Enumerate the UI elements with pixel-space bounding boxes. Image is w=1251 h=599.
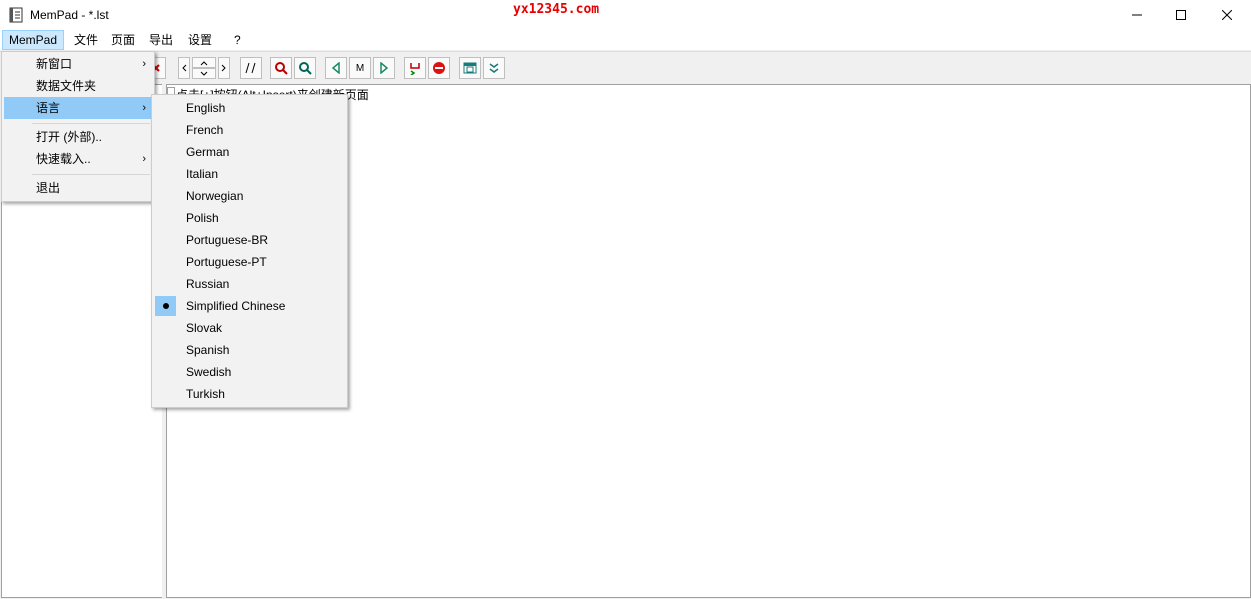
bullet-icon [162,303,169,309]
language-italian[interactable]: Italian [154,163,346,185]
menu-quick-load[interactable]: 快速载入.. › [4,148,154,170]
bookmark-m-label: M [355,62,365,74]
close-icon [1222,10,1232,20]
language-polish[interactable]: Polish [154,207,346,229]
double-chevron-down-icon [489,63,499,73]
language-german[interactable]: German [154,141,346,163]
minimize-icon [1132,14,1142,16]
menu-separator [32,174,150,175]
triangle-left-icon [331,62,340,74]
mempad-menu: 新窗口 › 数据文件夹 语言 › 打开 (外部).. 快速载入.. › 退出 [1,51,155,202]
minimize-button[interactable] [1114,0,1160,30]
menu-mempad[interactable]: MemPad [2,30,65,50]
stop-icon [433,62,445,74]
language-portuguese-pt[interactable]: Portuguese-PT [154,251,346,273]
chevron-right-icon: › [142,102,146,114]
move-up-button[interactable] [192,57,216,68]
menu-new-window[interactable]: 新窗口 › [4,53,154,75]
menu-help[interactable]: ? [228,30,247,50]
menu-separator [32,123,150,124]
menu-settings[interactable]: 设置 [182,30,218,50]
chevron-right-icon: › [142,153,146,165]
chevron-up-icon [200,60,208,65]
wrap-arrow-icon [410,63,420,75]
menu-bar: MemPad 文件 页面 导出 设置 ? [0,30,1251,50]
language-norwegian[interactable]: Norwegian [154,185,346,207]
menu-export[interactable]: 导出 [143,30,179,50]
menu-page[interactable]: 页面 [105,30,141,50]
maximize-button[interactable] [1158,0,1204,30]
language-slovak[interactable]: Slovak [154,317,346,339]
language-submenu: English French German Italian Norwegian … [151,94,348,408]
history-forward-button[interactable] [373,57,395,79]
bookmark-button[interactable]: M [349,57,371,79]
search-icon [275,62,288,75]
language-french[interactable]: French [154,119,346,141]
language-turkish[interactable]: Turkish [154,383,346,405]
menu-open-external[interactable]: 打开 (外部).. [4,126,154,148]
watermark-text: yx12345.com [513,2,600,17]
language-english[interactable]: English [154,97,346,119]
triangle-right-icon [380,62,389,74]
menu-exit[interactable]: 退出 [4,177,154,199]
title-bar: MemPad - *.lst yx12345.com [0,0,1251,30]
language-swedish[interactable]: Swedish [154,361,346,383]
window-layout-icon [463,62,477,74]
maximize-icon [1176,10,1186,20]
window-title: MemPad - *.lst [30,8,109,22]
search-next-button[interactable] [294,57,316,79]
history-back-button[interactable] [325,57,347,79]
language-russian[interactable]: Russian [154,273,346,295]
search-next-icon [299,62,312,75]
chevron-right-icon [221,64,226,72]
selected-radio-indicator [155,296,176,316]
move-down-button[interactable] [192,68,216,79]
search-button[interactable] [270,57,292,79]
comment-button[interactable] [240,57,262,79]
move-left-button[interactable] [178,57,190,79]
word-wrap-button[interactable] [404,57,426,79]
move-right-button[interactable] [218,57,230,79]
close-button[interactable] [1204,0,1250,30]
language-portuguese-br[interactable]: Portuguese-BR [154,229,346,251]
expand-more-button[interactable] [483,57,505,79]
chevron-right-icon: › [142,58,146,70]
language-spanish[interactable]: Spanish [154,339,346,361]
stop-button[interactable] [428,57,450,79]
menu-data-folder[interactable]: 数据文件夹 [4,75,154,97]
app-notebook-icon [8,7,24,23]
window-layout-button[interactable] [459,57,481,79]
menu-file[interactable]: 文件 [68,30,104,50]
chevron-left-icon [182,64,187,72]
menu-language[interactable]: 语言 › [4,97,154,119]
language-simplified-chinese[interactable]: Simplified Chinese [154,295,346,317]
double-slash-icon [245,62,256,74]
chevron-down-icon [200,71,208,76]
toolbar: M [0,51,1251,84]
